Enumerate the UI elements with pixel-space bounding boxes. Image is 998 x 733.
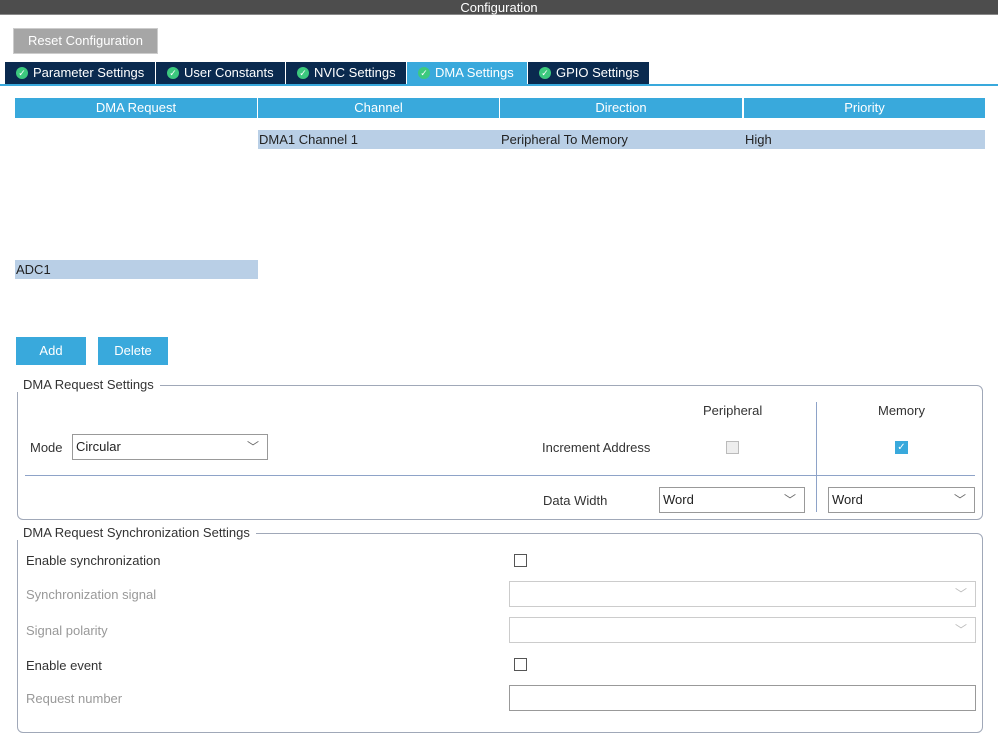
peripheral-header: Peripheral	[703, 403, 763, 418]
check-circle-icon: ✓	[297, 67, 309, 79]
tab-label: DMA Settings	[435, 65, 514, 80]
chevron-down-icon: ﹀	[954, 623, 967, 637]
chevron-down-icon: ﹀	[954, 587, 967, 601]
request-number-input[interactable]	[509, 685, 976, 711]
check-circle-icon: ✓	[167, 67, 179, 79]
column-header-priority[interactable]: Priority	[744, 98, 985, 118]
tab-dma-settings[interactable]: ✓ DMA Settings	[407, 62, 528, 84]
signal-polarity-label: Signal polarity	[26, 623, 108, 638]
column-header-dma-request[interactable]: DMA Request	[15, 98, 257, 118]
peripheral-data-width-select[interactable]: Word ﹀	[659, 487, 805, 513]
check-circle-icon: ✓	[418, 67, 430, 79]
mode-value: Circular	[76, 439, 121, 454]
check-circle-icon: ✓	[539, 67, 551, 79]
memory-data-width-select[interactable]: Word ﹀	[828, 487, 975, 513]
cell-dma-request: ADC1	[15, 260, 258, 279]
cell-priority: High	[744, 130, 985, 149]
window-title: Configuration	[0, 0, 998, 15]
memory-header: Memory	[878, 403, 925, 418]
cell-direction: Peripheral To Memory	[500, 130, 744, 149]
peripheral-width-value: Word	[663, 492, 694, 507]
sync-signal-label: Synchronization signal	[26, 587, 157, 602]
enable-sync-checkbox[interactable]	[514, 554, 527, 567]
tab-label: User Constants	[184, 65, 274, 80]
tab-parameter-settings[interactable]: ✓ Parameter Settings	[5, 62, 156, 84]
increment-address-label: Increment Address	[542, 440, 651, 455]
tab-label: Parameter Settings	[33, 65, 145, 80]
delete-button[interactable]: Delete	[98, 337, 168, 365]
tab-label: NVIC Settings	[314, 65, 396, 80]
memory-width-value: Word	[832, 492, 863, 507]
request-number-label: Request number	[26, 691, 123, 706]
mode-label: Mode	[30, 440, 63, 455]
add-button[interactable]: Add	[16, 337, 86, 365]
column-header-channel[interactable]: Channel	[258, 98, 499, 118]
chevron-down-icon: ﹀	[246, 440, 259, 454]
peripheral-increment-checkbox[interactable]	[726, 441, 739, 454]
tab-nvic-settings[interactable]: ✓ NVIC Settings	[286, 62, 407, 84]
enable-sync-label: Enable synchronization	[26, 553, 161, 568]
tab-gpio-settings[interactable]: ✓ GPIO Settings	[528, 62, 650, 84]
mode-select[interactable]: Circular ﹀	[72, 434, 268, 460]
tab-label: GPIO Settings	[556, 65, 640, 80]
memory-increment-checkbox[interactable]: ✓	[895, 441, 908, 454]
signal-polarity-select[interactable]: ﹀	[509, 617, 976, 643]
dma-request-settings-legend: DMA Request Settings	[17, 377, 160, 392]
cell-channel: DMA1 Channel 1	[258, 130, 500, 149]
tab-user-constants[interactable]: ✓ User Constants	[156, 62, 286, 84]
tab-underline	[0, 84, 998, 86]
column-divider	[816, 402, 817, 512]
row-divider	[25, 475, 975, 476]
chevron-down-icon: ﹀	[783, 493, 796, 507]
check-circle-icon: ✓	[16, 67, 28, 79]
sync-signal-select[interactable]: ﹀	[509, 581, 976, 607]
chevron-down-icon: ﹀	[953, 493, 966, 507]
reset-configuration-button[interactable]: Reset Configuration	[13, 28, 158, 54]
sync-settings-legend: DMA Request Synchronization Settings	[17, 525, 256, 540]
enable-event-label: Enable event	[26, 658, 102, 673]
table-row[interactable]: ADC1 DMA1 Channel 1 Peripheral To Memory…	[15, 130, 985, 279]
enable-event-checkbox[interactable]	[514, 658, 527, 671]
column-header-direction[interactable]: Direction	[500, 98, 742, 118]
data-width-label: Data Width	[543, 493, 608, 508]
